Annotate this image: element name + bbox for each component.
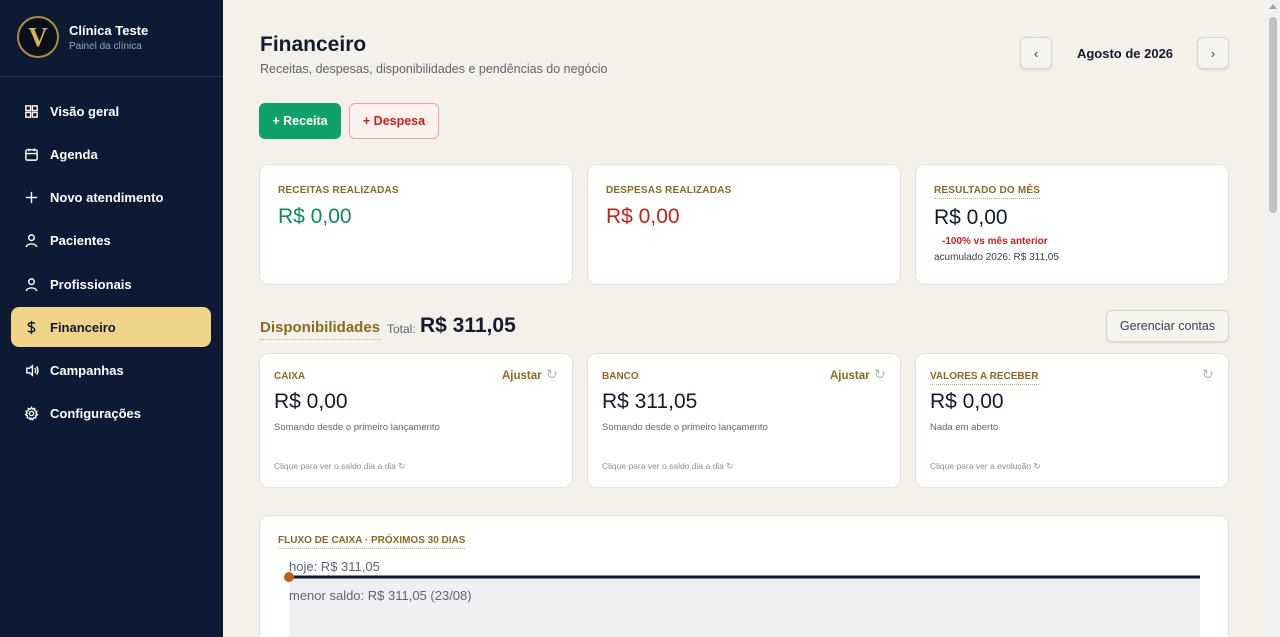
add-receita-button[interactable]: + Receita [259, 103, 341, 139]
chevron-right-icon: › [1210, 45, 1216, 61]
sidebar-item-pacientes[interactable]: Pacientes [11, 220, 211, 260]
receber-card[interactable]: VALORES A RECEBER ↻ R$ 0,00 Nada em aber… [915, 353, 1229, 488]
disponibilidades-total-value: R$ 311,05 [420, 314, 516, 337]
grid-icon [23, 103, 39, 119]
user-icon [23, 276, 39, 292]
banco-hint: Clique para ver o saldo dia a dia ↻ [602, 461, 734, 471]
despesas-label: DESPESAS REALIZADAS [606, 185, 732, 196]
resultado-accumulated: acumulado 2026: R$ 311,05 [934, 252, 1059, 263]
sidebar-item-visao-geral[interactable]: Visão geral [11, 91, 211, 131]
brand: V Clínica Teste Painel da clínica [0, 0, 223, 77]
sidebar-item-label: Profissionais [50, 276, 132, 292]
caixa-card[interactable]: CAIXA Ajustar ↻ R$ 0,00 Somando desde o … [259, 353, 573, 488]
clinic-logo: V [17, 16, 59, 58]
sidebar-item-label: Financeiro [50, 319, 116, 335]
sidebar-item-financeiro[interactable]: Financeiro [11, 307, 211, 347]
receitas-label: RECEITAS REALIZADAS [278, 185, 399, 196]
caixa-value: R$ 0,00 [274, 390, 348, 413]
receber-value: R$ 0,00 [930, 390, 1004, 413]
despesas-card: DESPESAS REALIZADAS R$ 0,00 [587, 164, 901, 285]
current-month: Agosto de 2026 [1076, 46, 1174, 61]
clinic-name: Clínica Teste [69, 23, 149, 38]
sidebar-item-label: Novo atendimento [50, 189, 164, 205]
cash-flow-area [289, 577, 1200, 637]
sidebar: V Clínica Teste Painel da clínica Visão … [0, 0, 223, 637]
resultado-value: R$ 0,00 [934, 206, 1008, 229]
receitas-value: R$ 0,00 [278, 205, 352, 228]
sidebar-item-novo-atendimento[interactable]: Novo atendimento [11, 177, 211, 217]
sidebar-item-label: Agenda [50, 146, 98, 162]
prev-month-button[interactable]: ‹ [1020, 37, 1052, 69]
sidebar-item-profissionais[interactable]: Profissionais [11, 264, 211, 304]
next-month-button[interactable]: › [1197, 37, 1229, 69]
resultado-card: RESULTADO DO MÊS R$ 0,00 -100% vs mês an… [915, 164, 1229, 285]
sidebar-item-label: Visão geral [50, 103, 120, 119]
resultado-label: RESULTADO DO MÊS [934, 185, 1041, 199]
banco-description: Somando desde o primeiro lançamento [602, 422, 768, 433]
refresh-icon[interactable]: ↻ [1202, 366, 1214, 383]
sidebar-item-configuracoes[interactable]: Configurações [11, 393, 211, 433]
cash-flow-card: FLUXO DE CAIXA · PRÓXIMOS 30 DIAS hoje: … [259, 515, 1229, 637]
banco-card[interactable]: BANCO Ajustar ↻ R$ 311,05 Somando desde … [587, 353, 901, 488]
megaphone-icon [23, 362, 39, 378]
minimum-balance-label: menor saldo: R$ 311,05 (23/08) [289, 588, 472, 603]
disponibilidades-title: Disponibilidades [260, 319, 381, 340]
despesas-value: R$ 0,00 [606, 205, 680, 228]
today-balance-label: hoje: R$ 311,05 [289, 559, 380, 574]
dollar-icon [23, 319, 39, 335]
refresh-icon[interactable]: ↻ [874, 366, 886, 383]
banco-value: R$ 311,05 [602, 390, 698, 413]
clinic-subtitle: Painel da clínica [69, 41, 142, 52]
page-title: Financeiro [260, 33, 367, 56]
plus-icon [23, 189, 39, 205]
banco-adjust-button[interactable]: Ajustar [830, 370, 870, 382]
cash-flow-chart: hoje: R$ 311,05 menor saldo: R$ 311,05 (… [284, 559, 1200, 637]
refresh-icon[interactable]: ↻ [546, 366, 558, 383]
receber-description: Nada em aberto [930, 422, 999, 433]
resultado-delta: -100% vs mês anterior [942, 236, 1048, 247]
scroll-up-arrow[interactable] [1269, 4, 1277, 9]
sidebar-item-label: Campanhas [50, 362, 124, 378]
caixa-description: Somando desde o primeiro lançamento [274, 422, 440, 433]
sidebar-item-agenda[interactable]: Agenda [11, 134, 211, 174]
caixa-hint: Clique para ver o saldo dia a dia ↻ [274, 461, 406, 471]
disponibilidades-total-label: Total: [387, 322, 416, 336]
sidebar-item-label: Configurações [50, 405, 142, 421]
sidebar-item-label: Pacientes [50, 232, 111, 248]
sidebar-item-campanhas[interactable]: Campanhas [11, 350, 211, 390]
scrollbar[interactable] [1265, 0, 1280, 637]
receitas-card: RECEITAS REALIZADAS R$ 0,00 [259, 164, 573, 285]
calendar-icon [23, 146, 39, 162]
receber-label: VALORES A RECEBER [930, 371, 1039, 385]
manage-accounts-button[interactable]: Gerenciar contas [1106, 310, 1229, 342]
page-subtitle: Receitas, despesas, disponibilidades e p… [260, 62, 608, 76]
user-icon [23, 232, 39, 248]
gear-icon [23, 405, 39, 421]
receber-hint: Clique para ver a evolução ↻ [930, 461, 1041, 471]
add-despesa-button[interactable]: + Despesa [349, 103, 439, 139]
caixa-label: CAIXA [274, 371, 306, 382]
scrollbar-thumb[interactable] [1269, 17, 1277, 213]
chevron-left-icon: ‹ [1033, 45, 1039, 61]
caixa-adjust-button[interactable]: Ajustar [502, 370, 542, 382]
banco-label: BANCO [602, 371, 639, 382]
